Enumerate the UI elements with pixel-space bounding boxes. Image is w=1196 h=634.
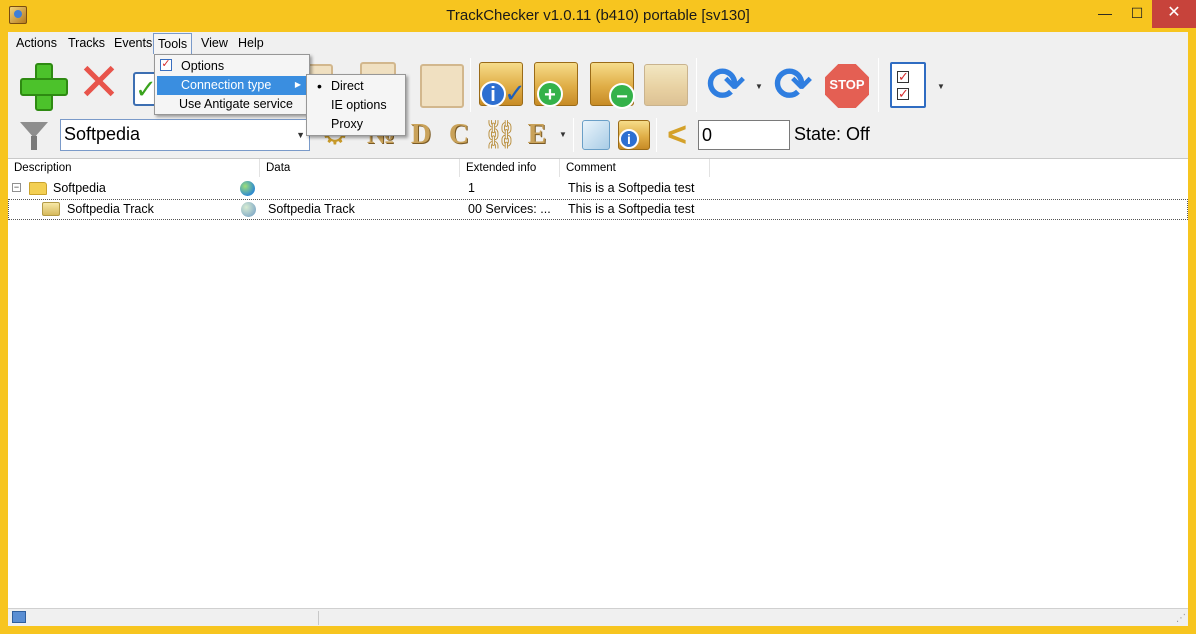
close-button[interactable]: ✕ — [1152, 0, 1196, 28]
toolbar-separator — [696, 58, 697, 112]
refresh-icon[interactable]: ⟳ — [703, 61, 749, 108]
menu-tracks[interactable]: Tracks — [68, 36, 105, 50]
box-info-icon[interactable]: i ✓ — [479, 62, 526, 107]
cell-data: Softpedia Track — [268, 202, 355, 216]
menu-item-direct[interactable]: • Direct — [309, 77, 403, 96]
state-label: State: Off — [794, 124, 870, 144]
cell-extended-info: 00 Services: ... — [468, 202, 551, 216]
menu-item-label: Options — [181, 59, 225, 73]
radio-bullet-icon: • — [317, 78, 322, 94]
menu-events[interactable]: Events — [114, 36, 152, 50]
toolbar-separator — [656, 118, 657, 152]
track-icon — [42, 202, 60, 216]
status-bar: ⋰ — [8, 608, 1188, 626]
menu-item-connection-type[interactable]: Connection type ▶ — [157, 76, 307, 95]
toolbar-separator — [878, 58, 879, 112]
stop-icon[interactable]: STOP — [825, 64, 869, 108]
column-comment[interactable]: Comment — [560, 159, 710, 177]
maximize-button[interactable]: ☐ — [1122, 0, 1152, 28]
letter-c-icon[interactable]: C — [444, 120, 474, 150]
status-separator — [318, 611, 319, 625]
folder-icon — [29, 182, 47, 195]
cell-comment: This is a Softpedia test — [568, 202, 695, 216]
menu-item-label: IE options — [331, 98, 387, 112]
chevron-down-icon[interactable]: ▼ — [296, 130, 305, 140]
menu-item-label: Direct — [331, 79, 364, 93]
toolbar-separator — [470, 58, 471, 112]
window-title: TrackChecker v1.0.11 (b410) portable [sv… — [446, 7, 750, 24]
filter-combo[interactable]: Softpedia ▼ — [60, 119, 310, 151]
network-icon — [12, 611, 26, 623]
cell-description: Softpedia Track — [67, 202, 154, 216]
paste-icon[interactable] — [420, 64, 464, 108]
menu-bar: Actions Tracks Events Tools View Help — [8, 32, 1188, 54]
column-description[interactable]: Description — [8, 159, 260, 177]
submenu-arrow-icon: ▶ — [294, 80, 301, 89]
filter-stem-icon — [31, 136, 37, 150]
app-window: TrackChecker v1.0.11 (b410) portable [sv… — [0, 0, 1196, 634]
filter-combo-value: Softpedia — [64, 124, 141, 144]
menu-view[interactable]: View — [201, 36, 228, 50]
letter-e-icon[interactable]: E — [522, 120, 552, 150]
cell-description: Softpedia — [53, 181, 106, 195]
menu-item-options[interactable]: ✓ Options — [157, 57, 307, 76]
box-add-icon[interactable]: + — [534, 62, 578, 107]
client-area: Actions Tracks Events Tools View Help ✕ … — [8, 32, 1188, 626]
link-icon[interactable]: ⛓ — [482, 120, 518, 150]
toolbar-separator — [573, 118, 574, 152]
menu-item-label: Use Antigate service — [179, 97, 293, 111]
cell-extended-info: 1 — [468, 181, 475, 195]
check-box-icon: ✓ — [897, 69, 909, 84]
menu-tools[interactable]: Tools — [153, 33, 193, 54]
checklist-dropdown-icon[interactable]: ▼ — [937, 82, 945, 91]
globe-icon — [240, 181, 255, 196]
less-than-icon[interactable]: < — [662, 118, 692, 152]
tools-menu: ✓ Options Connection type ▶ Use Antigate… — [154, 54, 310, 115]
boxes-icon[interactable] — [644, 64, 688, 106]
cell-comment: This is a Softpedia test — [568, 181, 695, 195]
menu-item-label: Proxy — [331, 117, 363, 131]
info-badge-icon: i — [619, 129, 639, 149]
minus-badge-icon: − — [609, 83, 635, 109]
table-row[interactable]: Softpedia Track Softpedia Track 00 Servi… — [8, 199, 1188, 220]
add-icon[interactable] — [19, 61, 68, 111]
menu-help[interactable]: Help — [238, 36, 264, 50]
column-data[interactable]: Data — [260, 159, 460, 177]
menu-actions[interactable]: Actions — [16, 36, 57, 50]
check-badge-icon: ✓ — [504, 78, 526, 108]
refresh-dropdown-icon[interactable]: ▼ — [755, 82, 763, 91]
minimize-button[interactable]: — — [1090, 0, 1120, 28]
cube-icon[interactable] — [582, 120, 610, 150]
menu-item-proxy[interactable]: Proxy — [309, 115, 403, 134]
filter-toolbar: Softpedia ▼ ⚙ № D C ⛓ E ▼ i < State: Off — [8, 116, 1188, 154]
resize-grip-icon[interactable]: ⋰ — [1176, 613, 1186, 624]
title-bar[interactable]: TrackChecker v1.0.11 (b410) portable [sv… — [0, 0, 1196, 32]
counter-input[interactable] — [698, 120, 790, 150]
delete-icon[interactable]: ✕ — [76, 57, 122, 109]
refresh-all-icon[interactable]: ⟳ — [768, 61, 818, 108]
globe-icon — [241, 202, 256, 217]
tracks-tree-grid[interactable]: Description Data Extended info Comment −… — [8, 158, 1188, 608]
column-extended-info[interactable]: Extended info — [460, 159, 560, 177]
checklist-icon: ✓ — [160, 58, 172, 71]
table-row[interactable]: − Softpedia 1 This is a Softpedia test — [8, 178, 1188, 199]
menu-item-ie-options[interactable]: IE options — [309, 96, 403, 115]
box-info-small-icon[interactable]: i — [618, 120, 650, 150]
letters-dropdown-icon[interactable]: ▼ — [559, 130, 567, 139]
connection-type-submenu: • Direct IE options Proxy — [306, 74, 406, 136]
letter-d-icon[interactable]: D — [406, 120, 436, 150]
checklist-icon[interactable]: ✓ ✓ — [890, 62, 926, 108]
plus-badge-icon: + — [537, 81, 563, 107]
check-box-icon: ✓ — [897, 86, 909, 101]
menu-item-antigate[interactable]: Use Antigate service — [157, 95, 307, 114]
collapse-icon[interactable]: − — [12, 183, 21, 192]
menu-item-label: Connection type — [181, 78, 272, 92]
box-remove-icon[interactable]: − — [590, 62, 635, 109]
